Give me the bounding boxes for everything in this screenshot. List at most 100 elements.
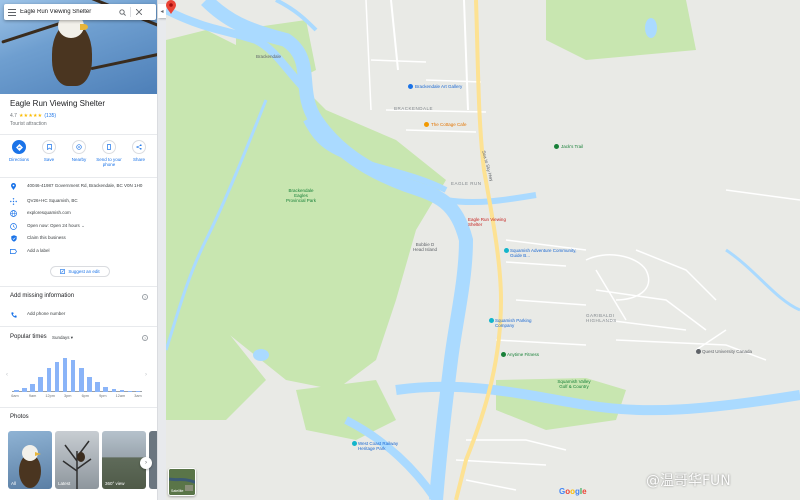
nearby-button[interactable]: Nearby [65,140,93,167]
busyness-bar[interactable] [95,382,100,392]
save-button[interactable]: Save [35,140,63,167]
map-canvas[interactable]: Brackendale BRACKENDALE Brackendale Art … [166,0,800,500]
search-icon[interactable] [116,4,128,20]
busyness-bar[interactable] [119,389,125,392]
action-label: Send to your phone [96,157,122,167]
chevron-right-icon[interactable]: › [140,457,152,469]
chevron-right-icon[interactable]: › [145,372,147,378]
busyness-bar[interactable] [30,383,35,392]
poi-university-icon[interactable] [696,349,701,354]
map-label-art-gallery[interactable]: Brackendale Art Gallery [415,84,462,89]
plus-code-row[interactable]: QV26+HC Squamish, BC [10,198,145,205]
popular-times-heading: Popular times [10,334,47,340]
busyness-bar[interactable] [127,390,133,392]
pond [253,349,269,361]
busyness-bar[interactable] [14,390,19,392]
map-label-pin[interactable]: Eagle Run Viewing Shelter [468,217,508,227]
poi-adventure-icon[interactable] [504,248,509,253]
busyness-bar[interactable] [87,376,92,392]
label-row[interactable]: Add a label [10,248,145,255]
busyness-bar[interactable] [22,387,27,392]
reviews-link[interactable]: (135) [44,113,56,119]
add-phone-link: Add phone number [27,311,66,316]
search-input[interactable] [20,9,116,15]
poi-cafe-icon[interactable] [424,122,429,127]
help-icon[interactable]: ? [142,294,148,300]
busyness-bar[interactable] [111,388,116,392]
chevron-left-icon[interactable]: ‹ [6,372,8,378]
help-icon[interactable]: ? [142,335,148,341]
share-button[interactable]: Share [125,140,153,167]
suggest-edit-button[interactable]: Suggest an edit [50,266,110,277]
time-tick-label: 12pm [45,394,55,398]
poi-parking-icon[interactable] [489,318,494,323]
map-label-jacks-trail[interactable]: Jack's Trail [561,144,583,149]
poi-trail-icon[interactable] [554,144,559,149]
clock-icon [10,223,17,230]
branch-shape [90,52,157,71]
satellite-layer-toggle[interactable]: Satellite [168,468,196,496]
claim-business-link: Claim this business [27,235,66,240]
busyness-bar[interactable] [62,358,68,392]
place-pin-icon[interactable] [166,0,176,14]
divider [0,326,157,327]
map-base-layer [166,0,800,500]
map-label-railway[interactable]: West Coast Railway Heritage Park [358,441,402,451]
chevron-down-icon[interactable]: ⌄ [81,223,85,228]
park-area [546,0,696,60]
website-link: exploresquamish.com [27,210,71,215]
location-pin-icon [10,183,17,190]
collapse-panel-button[interactable]: ◂ [158,4,166,18]
photo-caption: Latest [58,481,71,486]
time-tick-label: 3pm [63,394,72,398]
poi-railway-park-icon[interactable] [352,441,357,446]
time-tick-label: 6pm [81,394,89,398]
busyness-bar[interactable] [79,368,84,392]
send-to-phone-button[interactable]: Send to your phone [95,140,123,167]
website-row[interactable]: exploresquamish.com [10,210,145,217]
map-label-adventure[interactable]: Squamish Adventure Community, Guide B... [510,248,580,258]
time-tick-label: 9pm [99,394,107,398]
road [390,0,399,71]
busyness-bar[interactable] [38,376,43,392]
map-label-eagles-park[interactable]: Brackendale Eagles Provincial Park [284,188,318,203]
photo-strip: All Latest 360° view [8,431,157,491]
poi-fitness-icon[interactable] [501,352,506,357]
action-label: Share [132,157,145,162]
map-label-fitness[interactable]: Anytime Fitness [507,352,539,357]
day-selector[interactable]: Sundays ▾ [52,335,73,341]
hours-row[interactable]: Open now: Open 24 hours ⌄ [10,223,145,230]
menu-icon[interactable] [4,4,20,20]
google-logo: Google [559,487,587,496]
busyness-bar[interactable] [54,362,60,392]
map-label-golf[interactable]: Squamish Valley Golf & Country [554,379,594,389]
poi-art-gallery-icon[interactable] [408,84,413,89]
map-label-university[interactable]: Quest University Canada [702,349,752,354]
search-box [4,4,156,20]
rating-value: 4.7 [10,113,17,119]
map-label-parking[interactable]: Squamish Parking Company [495,318,539,328]
busyness-bar[interactable] [46,368,51,392]
nearby-icon [72,140,86,154]
phone-icon [102,140,116,154]
photo-tile-all[interactable]: All [8,431,52,489]
map-label-bracken: Brackendale [256,54,282,59]
close-icon[interactable] [133,4,145,20]
time-tick-label: 6am [11,394,19,398]
divider [0,407,157,408]
claim-row[interactable]: Claim this business [10,235,145,242]
address-row[interactable]: 40046-41987 Government Rd, Brackendale, … [10,183,145,190]
dropdown-arrow-icon: ▾ [70,335,74,340]
label-icon [10,248,17,255]
busyness-bar[interactable] [135,391,141,392]
map-label-cottage-cafe[interactable]: The Cottage Cafe [431,122,467,127]
photo-tile-latest[interactable]: Latest [55,431,99,489]
busyness-bar[interactable] [103,386,108,392]
action-label: Save [43,157,55,162]
place-category[interactable]: Tourist attraction [10,121,47,127]
busyness-bar[interactable] [70,359,76,392]
day-selector-value: Sundays [52,335,70,340]
directions-button[interactable]: Directions [5,140,33,167]
add-phone-row[interactable]: Add phone number [10,311,145,318]
add-label-link: Add a label [27,248,50,253]
